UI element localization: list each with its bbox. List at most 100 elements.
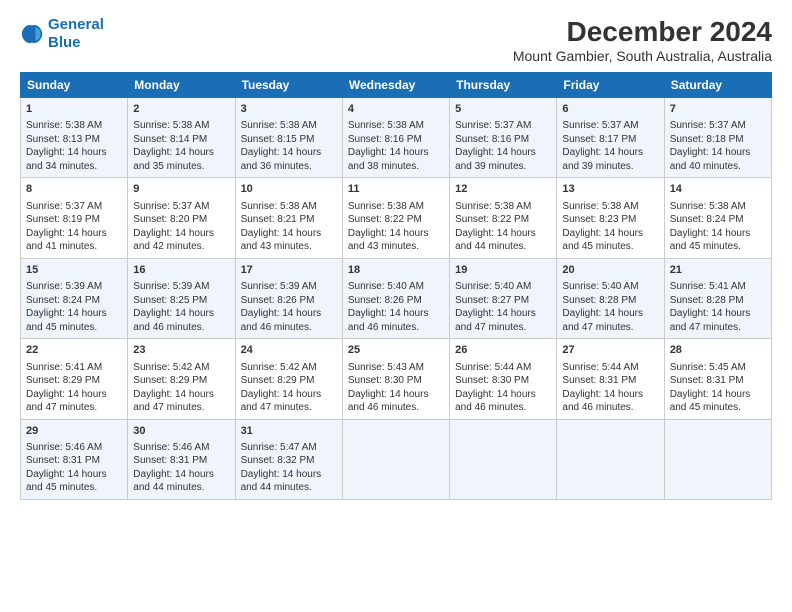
week-row-5: 29Sunrise: 5:46 AM Sunset: 8:31 PM Dayli… xyxy=(21,419,772,499)
calendar-cell-w4-d1: 22Sunrise: 5:41 AM Sunset: 8:29 PM Dayli… xyxy=(21,339,128,419)
main-title: December 2024 xyxy=(513,16,772,48)
header-sunday: Sunday xyxy=(21,73,128,98)
day-info: Sunrise: 5:41 AM Sunset: 8:29 PM Dayligh… xyxy=(26,361,122,415)
day-info: Sunrise: 5:38 AM Sunset: 8:24 PM Dayligh… xyxy=(670,200,766,254)
day-number: 16 xyxy=(133,263,229,278)
day-number: 12 xyxy=(455,182,551,197)
day-number: 1 xyxy=(26,102,122,117)
calendar-cell-w3-d7: 21Sunrise: 5:41 AM Sunset: 8:28 PM Dayli… xyxy=(664,258,771,338)
calendar-cell-w4-d7: 28 Sunrise: 5:45 AM Sunset: 8:31 PM Dayli… xyxy=(664,339,771,419)
calendar-cell-w2-d6: 13Sunrise: 5:38 AM Sunset: 8:23 PM Dayli… xyxy=(557,178,664,258)
day-number: 31 xyxy=(241,424,337,439)
day-info: Sunrise: 5:37 AM Sunset: 8:16 PM Dayligh… xyxy=(455,119,551,173)
day-number: 2 xyxy=(133,102,229,117)
calendar-cell-w5-d4 xyxy=(342,419,449,499)
header-saturday: Saturday xyxy=(664,73,771,98)
day-number: 9 xyxy=(133,182,229,197)
day-info: Sunrise: 5:43 AM Sunset: 8:30 PM Dayligh… xyxy=(348,361,444,415)
calendar-cell-w5-d5 xyxy=(450,419,557,499)
day-info: Sunrise: 5:39 AM Sunset: 8:26 PM Dayligh… xyxy=(241,280,337,334)
week-row-2: 8 Sunrise: 5:37 AM Sunset: 8:19 PM Daylig… xyxy=(21,178,772,258)
day-number: 8 xyxy=(26,182,122,197)
logo-line2: Blue xyxy=(48,34,81,51)
day-number: 6 xyxy=(562,102,658,117)
day-number: 21 xyxy=(670,263,766,278)
calendar-cell-w2-d3: 10 Sunrise: 5:38 AM Sunset: 8:21 PM Dayli… xyxy=(235,178,342,258)
day-info: Sunrise: 5:46 AM Sunset: 8:31 PM Dayligh… xyxy=(26,441,122,495)
day-number: 20 xyxy=(562,263,658,278)
calendar-cell-w4-d5: 26 Sunrise: 5:44 AM Sunset: 8:30 PM Dayli… xyxy=(450,339,557,419)
day-info: Sunrise: 5:37 AM Sunset: 8:19 PM Dayligh… xyxy=(26,200,122,254)
logo-text: General Blue xyxy=(48,16,104,52)
day-info: Sunrise: 5:38 AM Sunset: 8:13 PM Dayligh… xyxy=(26,119,122,173)
day-info: Sunrise: 5:37 AM Sunset: 8:17 PM Dayligh… xyxy=(562,119,658,173)
day-info: Sunrise: 5:38 AM Sunset: 8:22 PM Dayligh… xyxy=(455,200,551,254)
day-info: Sunrise: 5:47 AM Sunset: 8:32 PM Dayligh… xyxy=(241,441,337,495)
header-thursday: Thursday xyxy=(450,73,557,98)
title-section: December 2024 Mount Gambier, South Austr… xyxy=(513,16,772,64)
day-info: Sunrise: 5:45 AM Sunset: 8:31 PM Dayligh… xyxy=(670,361,766,415)
header-row: Sunday Monday Tuesday Wednesday Thursday… xyxy=(21,73,772,98)
header-friday: Friday xyxy=(557,73,664,98)
day-info: Sunrise: 5:38 AM Sunset: 8:21 PM Dayligh… xyxy=(241,200,337,254)
calendar-cell-w1-d7: 7 Sunrise: 5:37 AM Sunset: 8:18 PM Daylig… xyxy=(664,98,771,178)
day-info: Sunrise: 5:44 AM Sunset: 8:30 PM Dayligh… xyxy=(455,361,551,415)
calendar-cell-w3-d5: 19Sunrise: 5:40 AM Sunset: 8:27 PM Dayli… xyxy=(450,258,557,338)
logo: General Blue xyxy=(20,16,104,52)
day-info: Sunrise: 5:40 AM Sunset: 8:26 PM Dayligh… xyxy=(348,280,444,334)
day-info: Sunrise: 5:40 AM Sunset: 8:27 PM Dayligh… xyxy=(455,280,551,334)
day-number: 13 xyxy=(562,182,658,197)
day-number: 26 xyxy=(455,343,551,358)
calendar-cell-w2-d5: 12 Sunrise: 5:38 AM Sunset: 8:22 PM Dayli… xyxy=(450,178,557,258)
header: General Blue December 2024 Mount Gambier… xyxy=(20,16,772,64)
day-number: 14 xyxy=(670,182,766,197)
calendar-cell-w3-d4: 18Sunrise: 5:40 AM Sunset: 8:26 PM Dayli… xyxy=(342,258,449,338)
day-number: 17 xyxy=(241,263,337,278)
calendar-cell-w4-d3: 24Sunrise: 5:42 AM Sunset: 8:29 PM Dayli… xyxy=(235,339,342,419)
calendar-cell-w3-d2: 16 Sunrise: 5:39 AM Sunset: 8:25 PM Dayli… xyxy=(128,258,235,338)
logo-line1: General xyxy=(48,16,104,33)
calendar-cell-w5-d1: 29Sunrise: 5:46 AM Sunset: 8:31 PM Dayli… xyxy=(21,419,128,499)
calendar-cell-w1-d1: 1 Sunrise: 5:38 AM Sunset: 8:13 PM Daylig… xyxy=(21,98,128,178)
calendar-cell-w4-d2: 23Sunrise: 5:42 AM Sunset: 8:29 PM Dayli… xyxy=(128,339,235,419)
calendar-cell-w4-d4: 25 Sunrise: 5:43 AM Sunset: 8:30 PM Dayli… xyxy=(342,339,449,419)
day-info: Sunrise: 5:38 AM Sunset: 8:16 PM Dayligh… xyxy=(348,119,444,173)
day-info: Sunrise: 5:38 AM Sunset: 8:15 PM Dayligh… xyxy=(241,119,337,173)
day-info: Sunrise: 5:39 AM Sunset: 8:24 PM Dayligh… xyxy=(26,280,122,334)
calendar-cell-w1-d4: 4Sunrise: 5:38 AM Sunset: 8:16 PM Daylig… xyxy=(342,98,449,178)
day-number: 7 xyxy=(670,102,766,117)
calendar-cell-w2-d1: 8 Sunrise: 5:37 AM Sunset: 8:19 PM Daylig… xyxy=(21,178,128,258)
day-number: 25 xyxy=(348,343,444,358)
day-number: 5 xyxy=(455,102,551,117)
day-number: 24 xyxy=(241,343,337,358)
week-row-4: 22Sunrise: 5:41 AM Sunset: 8:29 PM Dayli… xyxy=(21,339,772,419)
day-info: Sunrise: 5:38 AM Sunset: 8:22 PM Dayligh… xyxy=(348,200,444,254)
header-wednesday: Wednesday xyxy=(342,73,449,98)
day-info: Sunrise: 5:39 AM Sunset: 8:25 PM Dayligh… xyxy=(133,280,229,334)
day-info: Sunrise: 5:42 AM Sunset: 8:29 PM Dayligh… xyxy=(133,361,229,415)
day-info: Sunrise: 5:44 AM Sunset: 8:31 PM Dayligh… xyxy=(562,361,658,415)
week-row-3: 15 Sunrise: 5:39 AM Sunset: 8:24 PM Dayli… xyxy=(21,258,772,338)
header-monday: Monday xyxy=(128,73,235,98)
calendar-cell-w2-d2: 9Sunrise: 5:37 AM Sunset: 8:20 PM Daylig… xyxy=(128,178,235,258)
calendar-cell-w5-d6 xyxy=(557,419,664,499)
calendar-cell-w1-d6: 6 Sunrise: 5:37 AM Sunset: 8:17 PM Daylig… xyxy=(557,98,664,178)
day-info: Sunrise: 5:37 AM Sunset: 8:18 PM Dayligh… xyxy=(670,119,766,173)
calendar-header: Sunday Monday Tuesday Wednesday Thursday… xyxy=(21,73,772,98)
day-number: 28 xyxy=(670,343,766,358)
calendar-cell-w1-d3: 3Sunrise: 5:38 AM Sunset: 8:15 PM Daylig… xyxy=(235,98,342,178)
day-number: 10 xyxy=(241,182,337,197)
page: General Blue December 2024 Mount Gambier… xyxy=(0,0,792,612)
calendar-cell-w2-d7: 14 Sunrise: 5:38 AM Sunset: 8:24 PM Dayli… xyxy=(664,178,771,258)
day-number: 11 xyxy=(348,182,444,197)
calendar-cell-w5-d7 xyxy=(664,419,771,499)
day-number: 27 xyxy=(562,343,658,358)
day-info: Sunrise: 5:40 AM Sunset: 8:28 PM Dayligh… xyxy=(562,280,658,334)
logo-icon xyxy=(20,22,44,46)
calendar-cell-w3-d6: 20 Sunrise: 5:40 AM Sunset: 8:28 PM Dayli… xyxy=(557,258,664,338)
calendar-cell-w3-d1: 15 Sunrise: 5:39 AM Sunset: 8:24 PM Dayli… xyxy=(21,258,128,338)
day-info: Sunrise: 5:46 AM Sunset: 8:31 PM Dayligh… xyxy=(133,441,229,495)
calendar-cell-w4-d6: 27 Sunrise: 5:44 AM Sunset: 8:31 PM Dayli… xyxy=(557,339,664,419)
calendar-cell-w3-d3: 17 Sunrise: 5:39 AM Sunset: 8:26 PM Dayli… xyxy=(235,258,342,338)
day-number: 15 xyxy=(26,263,122,278)
